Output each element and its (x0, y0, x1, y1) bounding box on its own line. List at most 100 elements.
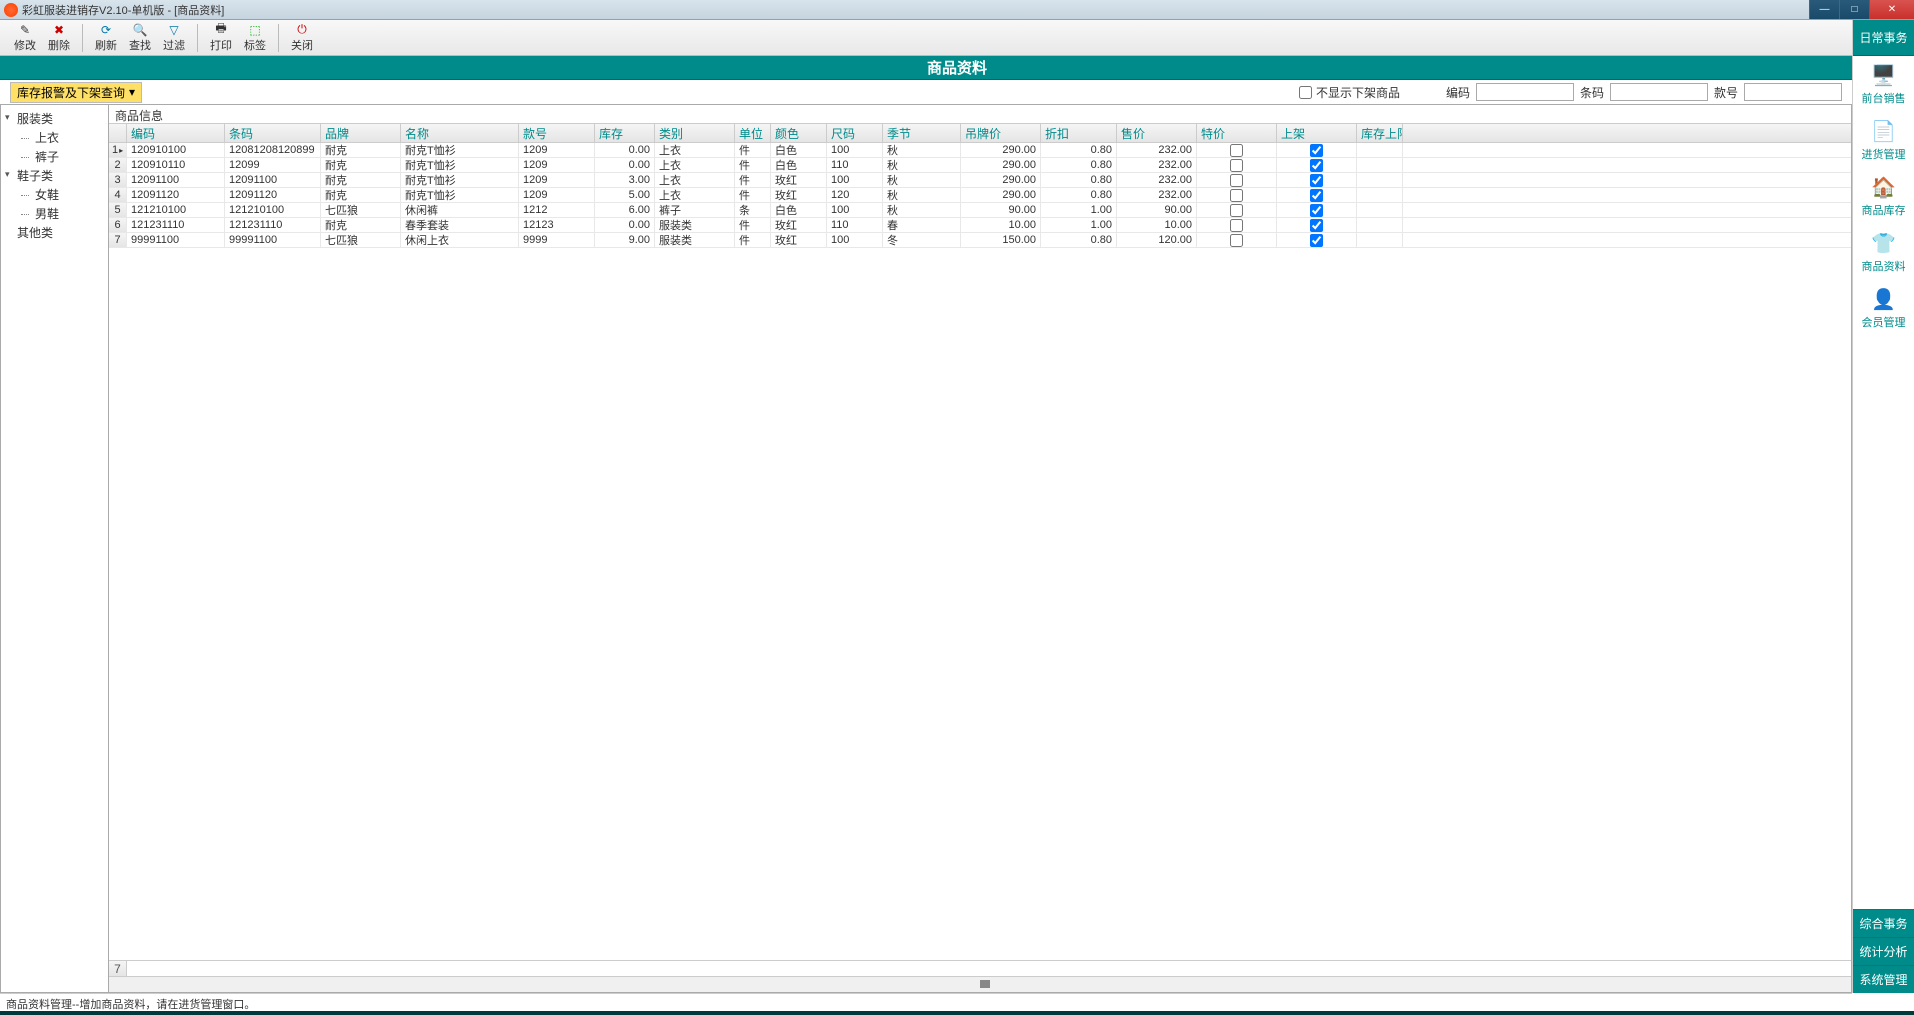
cell-tagprice[interactable]: 290.00 (961, 143, 1041, 157)
cell-stockup[interactable] (1357, 203, 1403, 217)
cell-name[interactable]: 耐克T恤衫 (401, 143, 519, 157)
cell-tagprice[interactable]: 150.00 (961, 233, 1041, 247)
special-checkbox[interactable] (1230, 144, 1243, 157)
cell-stock[interactable]: 6.00 (595, 203, 655, 217)
sidebar-header-daily[interactable]: 日常事务 (1853, 20, 1914, 56)
cell-code[interactable]: 120910110 (127, 158, 225, 172)
cell-stockup[interactable] (1357, 233, 1403, 247)
cell-name[interactable]: 耐克T恤衫 (401, 158, 519, 172)
grid-body[interactable]: 112091010012081208120899耐克耐克T恤衫12090.00上… (109, 143, 1851, 960)
cell-discount[interactable]: 1.00 (1041, 203, 1117, 217)
cell-style[interactable]: 1212 (519, 203, 595, 217)
cell-name[interactable]: 休闲裤 (401, 203, 519, 217)
cell-unit[interactable]: 条 (735, 203, 771, 217)
cell-onshelf[interactable] (1277, 158, 1357, 172)
cell-color[interactable]: 玫红 (771, 233, 827, 247)
cell-stock[interactable]: 0.00 (595, 218, 655, 232)
cell-unit[interactable]: 件 (735, 218, 771, 232)
cell-brand[interactable]: 耐克 (321, 218, 401, 232)
cell-size[interactable]: 120 (827, 188, 883, 202)
refresh-button[interactable]: ⟳刷新 (89, 23, 123, 53)
cell-stock[interactable]: 9.00 (595, 233, 655, 247)
tree-node-top[interactable]: 上衣 (3, 128, 106, 147)
header-onshelf[interactable]: 上架 (1277, 124, 1357, 142)
table-row[interactable]: 79999110099991100七匹狼休闲上衣99999.00服装类件玫红10… (109, 233, 1851, 248)
cell-name[interactable]: 休闲上衣 (401, 233, 519, 247)
sidebar-btn-statistics[interactable]: 统计分析 (1853, 937, 1914, 965)
cell-name[interactable]: 耐克T恤衫 (401, 173, 519, 187)
header-name[interactable]: 名称 (401, 124, 519, 142)
cell-onshelf[interactable] (1277, 143, 1357, 157)
search-button[interactable]: 🔍查找 (123, 23, 157, 53)
header-stockup[interactable]: 库存上限 (1357, 124, 1403, 142)
cell-stockup[interactable] (1357, 218, 1403, 232)
special-checkbox[interactable] (1230, 204, 1243, 217)
cell-unit[interactable]: 件 (735, 233, 771, 247)
cell-style[interactable]: 1209 (519, 173, 595, 187)
cell-stockup[interactable] (1357, 143, 1403, 157)
tree-node-pants[interactable]: 裤子 (3, 147, 106, 166)
cell-price[interactable]: 232.00 (1117, 143, 1197, 157)
cell-price[interactable]: 90.00 (1117, 203, 1197, 217)
table-row[interactable]: 41209112012091120耐克耐克T恤衫12095.00上衣件玫红120… (109, 188, 1851, 203)
cell-style[interactable]: 1209 (519, 143, 595, 157)
special-checkbox[interactable] (1230, 234, 1243, 247)
sidebar-item-product[interactable]: 👕 商品资料 (1853, 224, 1914, 280)
cell-color[interactable]: 玫红 (771, 173, 827, 187)
cell-code[interactable]: 120910100 (127, 143, 225, 157)
cell-code[interactable]: 121210100 (127, 203, 225, 217)
cell-barcode[interactable]: 121210100 (225, 203, 321, 217)
cell-brand[interactable]: 耐克 (321, 143, 401, 157)
cell-unit[interactable]: 件 (735, 143, 771, 157)
cell-tagprice[interactable]: 290.00 (961, 158, 1041, 172)
tree-node-women-shoes[interactable]: 女鞋 (3, 185, 106, 204)
special-checkbox[interactable] (1230, 174, 1243, 187)
sidebar-item-pos[interactable]: 🖥️ 前台销售 (1853, 56, 1914, 112)
sidebar-btn-system[interactable]: 系统管理 (1853, 965, 1914, 993)
cell-onshelf[interactable] (1277, 233, 1357, 247)
cell-discount[interactable]: 1.00 (1041, 218, 1117, 232)
header-size[interactable]: 尺码 (827, 124, 883, 142)
cell-unit[interactable]: 件 (735, 188, 771, 202)
cell-brand[interactable]: 耐克 (321, 173, 401, 187)
cell-brand[interactable]: 耐克 (321, 188, 401, 202)
header-style[interactable]: 款号 (519, 124, 595, 142)
cell-special[interactable] (1197, 188, 1277, 202)
label-button[interactable]: ⬚标签 (238, 23, 272, 53)
cell-barcode[interactable]: 99991100 (225, 233, 321, 247)
onshelf-checkbox[interactable] (1310, 189, 1323, 202)
cell-color[interactable]: 玫红 (771, 218, 827, 232)
cell-discount[interactable]: 0.80 (1041, 173, 1117, 187)
cell-code[interactable]: 121231110 (127, 218, 225, 232)
cell-barcode[interactable]: 12099 (225, 158, 321, 172)
cell-price[interactable]: 232.00 (1117, 173, 1197, 187)
horizontal-scrollbar[interactable] (109, 976, 1851, 992)
cell-category[interactable]: 上衣 (655, 143, 735, 157)
onshelf-checkbox[interactable] (1310, 174, 1323, 187)
sidebar-btn-integrated[interactable]: 综合事务 (1853, 909, 1914, 937)
onshelf-checkbox[interactable] (1310, 234, 1323, 247)
header-price[interactable]: 售价 (1117, 124, 1197, 142)
special-checkbox[interactable] (1230, 189, 1243, 202)
cell-code[interactable]: 99991100 (127, 233, 225, 247)
cell-style[interactable]: 1209 (519, 188, 595, 202)
cell-stockup[interactable] (1357, 158, 1403, 172)
table-row[interactable]: 212091011012099耐克耐克T恤衫12090.00上衣件白色110秋2… (109, 158, 1851, 173)
cell-barcode[interactable]: 12081208120899 (225, 143, 321, 157)
barcode-filter-input[interactable] (1610, 83, 1708, 101)
cell-color[interactable]: 白色 (771, 158, 827, 172)
cell-season[interactable]: 秋 (883, 188, 961, 202)
cell-season[interactable]: 春 (883, 218, 961, 232)
close-tab-button[interactable]: ⏻关闭 (285, 23, 319, 53)
cell-season[interactable]: 秋 (883, 203, 961, 217)
cell-stock[interactable]: 0.00 (595, 158, 655, 172)
table-row[interactable]: 6121231110121231110耐克春季套装121230.00服装类件玫红… (109, 218, 1851, 233)
cell-style[interactable]: 9999 (519, 233, 595, 247)
cell-category[interactable]: 上衣 (655, 173, 735, 187)
header-color[interactable]: 颜色 (771, 124, 827, 142)
header-discount[interactable]: 折扣 (1041, 124, 1117, 142)
code-filter-input[interactable] (1476, 83, 1574, 101)
cell-special[interactable] (1197, 173, 1277, 187)
cell-unit[interactable]: 件 (735, 158, 771, 172)
cell-color[interactable]: 玫红 (771, 188, 827, 202)
